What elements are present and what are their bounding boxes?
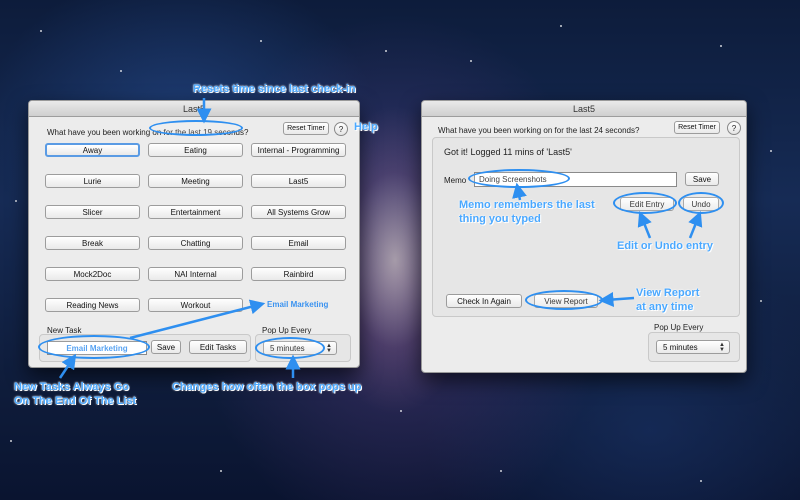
- new-tasks-arrow: [58, 353, 77, 379]
- annotation-memo-line2: thing you typed: [459, 213, 541, 225]
- annotation-popup: Changes how often the box pops up: [172, 381, 362, 393]
- new-task-to-list-arrow: [129, 299, 266, 340]
- view-report-arrow: [598, 291, 635, 307]
- annotation-memo-line1: Memo remembers the last: [459, 199, 595, 211]
- undo-arrow: [688, 211, 703, 239]
- edit-entry-arrow: [637, 211, 652, 239]
- annotation-new-tasks-line2: On The End Of The List: [14, 395, 137, 407]
- annotation-help: Help: [354, 121, 378, 133]
- annotation-report-line2: at any time: [636, 301, 694, 313]
- annotation-new-tasks-line1: New Tasks Always Go: [14, 381, 129, 393]
- annotation-reset: Resets time since last check-in: [193, 83, 356, 95]
- annotation-report-line1: View Report: [636, 287, 700, 299]
- annotation-edit-undo: Edit or Undo entry: [617, 240, 713, 252]
